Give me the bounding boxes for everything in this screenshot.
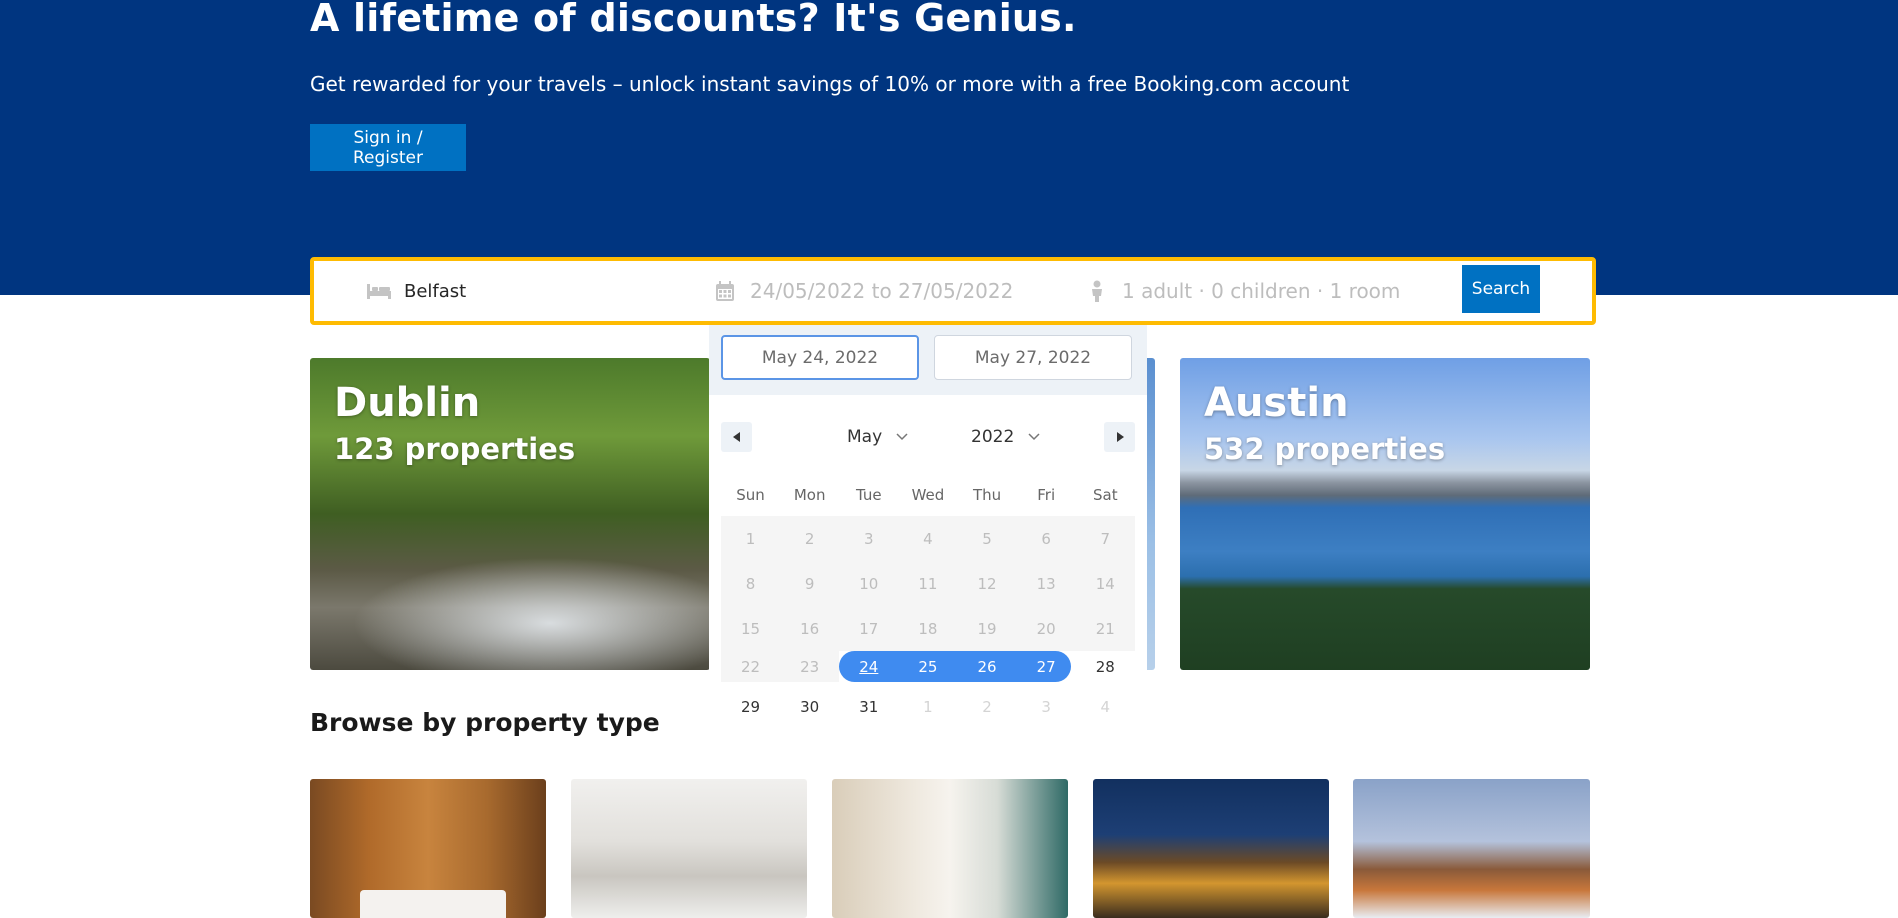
- calendar-week: 29 30 31 1 2 3 4: [721, 691, 1135, 722]
- calendar-week: 22 23 24 25 26 27 28: [721, 651, 1135, 682]
- genius-banner: A lifetime of discounts? It's Genius. Ge…: [0, 0, 1898, 295]
- calendar-day: 18: [898, 606, 958, 651]
- caret-left-icon: [732, 432, 740, 442]
- calendar-day: 17: [839, 606, 899, 651]
- calendar-day[interactable]: 29: [721, 691, 780, 722]
- city-property-count: 123 properties: [334, 432, 576, 466]
- calendar-day[interactable]: 30: [780, 691, 839, 722]
- weekday-label: Fri: [1037, 486, 1056, 504]
- check-out-date-input[interactable]: [934, 335, 1132, 380]
- destination-value: Belfast: [404, 280, 467, 302]
- calendar-day: 1: [721, 516, 781, 561]
- calendar-day: 13: [1016, 561, 1076, 606]
- weekday-label: Sat: [1093, 486, 1118, 504]
- weekday-label: Thu: [972, 486, 1002, 504]
- bed-icon: [366, 280, 392, 302]
- calendar-day-next-month: 3: [1041, 697, 1051, 716]
- calendar-day: 7: [1075, 516, 1135, 561]
- sign-in-register-button[interactable]: Sign in / Register: [310, 124, 466, 171]
- dates-value: 24/05/2022 to 27/05/2022: [750, 279, 1014, 303]
- property-type-card-apartments[interactable]: [571, 779, 807, 918]
- weekday-header: Sun Mon Tue Wed Thu Fri Sat: [721, 483, 1135, 507]
- search-button[interactable]: Search: [1462, 265, 1540, 313]
- calendar-day: 4: [898, 516, 958, 561]
- date-picker: May 2022 Sun Mon Tue Wed Thu Fri Sat 1 2…: [709, 325, 1147, 730]
- weekday-label: Tue: [856, 486, 882, 504]
- next-month-button[interactable]: [1104, 422, 1135, 452]
- caret-right-icon: [1116, 432, 1124, 442]
- city-property-count: 532 properties: [1204, 432, 1446, 466]
- weekday-label: Wed: [911, 486, 945, 504]
- city-name: Austin: [1204, 380, 1349, 426]
- city-card-austin[interactable]: Austin 532 properties: [1180, 358, 1590, 670]
- calendar-week: 15 16 17 18 19 20 21: [721, 606, 1135, 651]
- year-value: 2022: [971, 427, 1015, 447]
- calendar-day-selected[interactable]: 27: [1017, 651, 1076, 682]
- person-icon: [1084, 280, 1110, 302]
- calendar-day: 8: [721, 561, 781, 606]
- dates-field[interactable]: 24/05/2022 to 27/05/2022: [712, 261, 1052, 321]
- guests-value: 1 adult · 0 children · 1 room: [1122, 279, 1401, 303]
- date-picker-header: [709, 325, 1147, 395]
- calendar-day: 22: [721, 651, 781, 682]
- calendar-day: 6: [1016, 516, 1076, 561]
- weekday-label: Sun: [736, 486, 765, 504]
- property-type-card-resorts[interactable]: [832, 779, 1068, 918]
- month-value: May: [847, 427, 883, 447]
- chevron-down-icon: [1028, 433, 1040, 441]
- calendar-day-selected[interactable]: 24: [839, 651, 898, 682]
- city-name: Dublin: [334, 380, 481, 426]
- calendar-day: 2: [780, 516, 840, 561]
- city-card-dublin[interactable]: Dublin 123 properties: [310, 358, 710, 670]
- browse-property-type-heading: Browse by property type: [310, 708, 660, 737]
- calendar-day: 20: [1016, 606, 1076, 651]
- calendar-day: 21: [1075, 606, 1135, 651]
- calendar-day: 9: [780, 561, 840, 606]
- calendar-day: 5: [957, 516, 1017, 561]
- calendar-day: 16: [780, 606, 840, 651]
- calendar-day-next-month: 2: [982, 697, 992, 716]
- calendar-day: 10: [839, 561, 899, 606]
- calendar-day-selected[interactable]: 25: [898, 651, 957, 682]
- genius-title: A lifetime of discounts? It's Genius.: [310, 0, 1077, 40]
- calendar-week: 1 2 3 4 5 6 7: [721, 516, 1135, 561]
- calendar-day-selected[interactable]: 26: [958, 651, 1017, 682]
- chevron-down-icon: [896, 433, 908, 441]
- search-bar: Belfast 24/05/2022 to 27/05/2022 1 adult…: [310, 257, 1596, 325]
- property-type-card-hotels[interactable]: [310, 779, 546, 918]
- calendar-day: 15: [721, 606, 781, 651]
- calendar-day-number: 24: [859, 657, 879, 676]
- calendar-icon: [712, 280, 738, 302]
- weekday-label: Mon: [793, 486, 826, 504]
- calendar-day: 19: [957, 606, 1017, 651]
- calendar-week: 8 9 10 11 12 13 14: [721, 561, 1135, 606]
- previous-month-button[interactable]: [721, 422, 752, 452]
- month-select[interactable]: May: [847, 423, 908, 451]
- calendar-day: 3: [839, 516, 899, 561]
- calendar-day-next-month: 1: [923, 697, 933, 716]
- calendar-day: 12: [957, 561, 1017, 606]
- calendar-day[interactable]: 28: [1076, 651, 1135, 682]
- calendar-day: 11: [898, 561, 958, 606]
- year-select[interactable]: 2022: [971, 423, 1040, 451]
- calendar-day: 14: [1075, 561, 1135, 606]
- calendar-day[interactable]: 31: [839, 691, 898, 722]
- guests-field[interactable]: 1 adult · 0 children · 1 room: [1084, 261, 1454, 321]
- calendar-day-next-month: 4: [1100, 697, 1111, 716]
- property-type-card-cabins[interactable]: [1353, 779, 1590, 918]
- calendar-day: 23: [780, 651, 840, 682]
- genius-subtitle: Get rewarded for your travels – unlock i…: [310, 72, 1350, 96]
- property-type-card-villas[interactable]: [1093, 779, 1329, 918]
- check-in-date-input[interactable]: [721, 335, 919, 380]
- destination-field[interactable]: Belfast: [366, 261, 666, 321]
